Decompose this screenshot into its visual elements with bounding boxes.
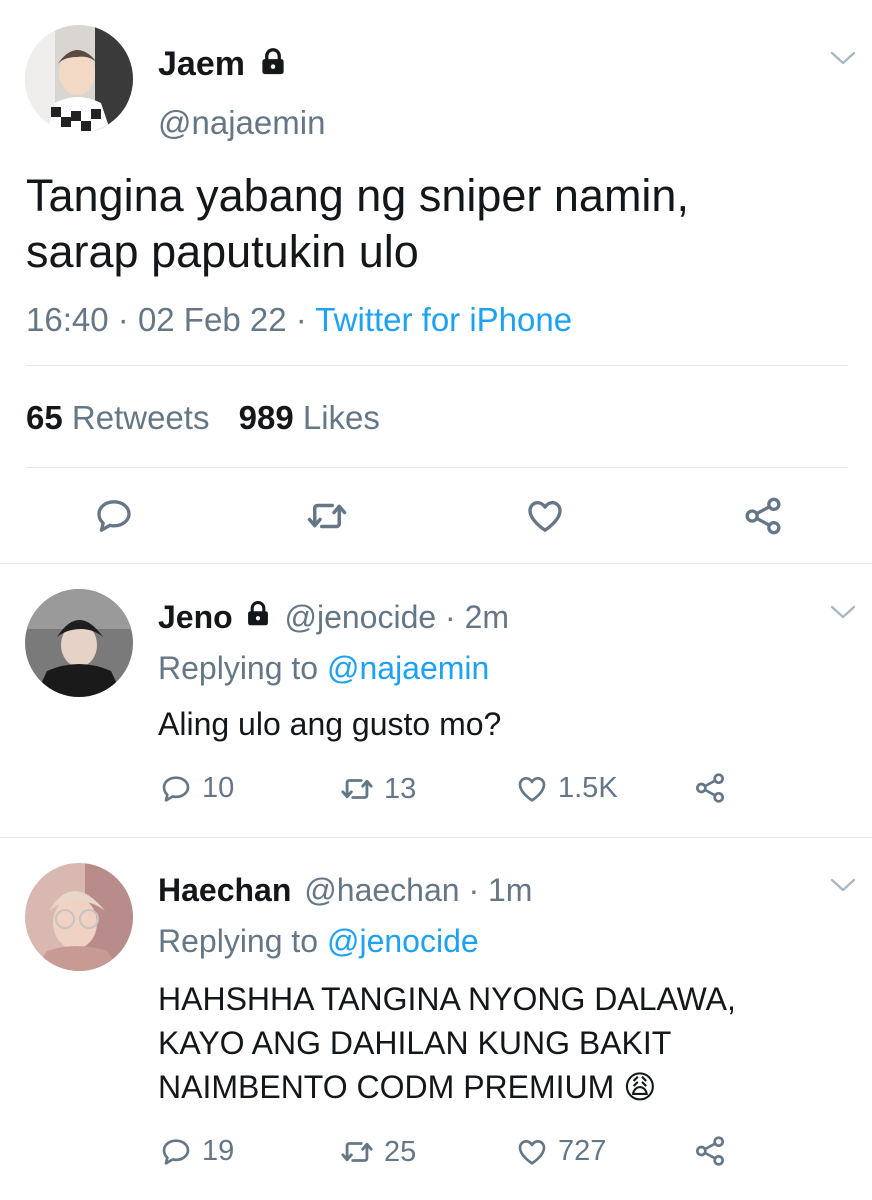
like-action[interactable]: 1.5K	[516, 772, 618, 805]
replying-to-link[interactable]: @najaemin	[327, 650, 489, 686]
reply-text: Aling ulo ang gusto mo?	[158, 706, 502, 742]
separator: ·	[445, 599, 456, 635]
divider	[0, 837, 872, 838]
replying-to: Replying to @najaemin	[158, 649, 489, 687]
chevron-down-icon[interactable]	[830, 877, 856, 893]
retweet-count: 13	[384, 772, 417, 805]
display-name[interactable]: Haechan	[158, 872, 291, 908]
reply-header: Jeno @jenocide · 2m	[158, 598, 509, 636]
retweet-action[interactable]: 25	[340, 1135, 416, 1169]
share-action[interactable]	[694, 772, 726, 804]
handle[interactable]: @jenocide	[284, 599, 436, 635]
reply-action[interactable]: 19	[160, 1135, 234, 1168]
tweet-text-line: sarap paputukin ulo	[26, 226, 419, 277]
like-action[interactable]: 727	[516, 1135, 606, 1168]
likes-stat[interactable]: 989 Likes	[239, 399, 380, 436]
retweet-icon	[340, 1135, 374, 1169]
replying-to: Replying to @jenocide	[158, 922, 479, 960]
replying-label: Replying to	[158, 650, 319, 686]
replying-to-link[interactable]: @jenocide	[327, 923, 479, 959]
share-icon	[694, 772, 726, 804]
weary-face-emoji: 😩	[623, 1069, 657, 1105]
divider	[0, 563, 872, 564]
tweet-text-line: Tangina yabang ng sniper namin,	[26, 170, 689, 221]
like-count: 1.5K	[558, 772, 618, 804]
retweets-stat[interactable]: 65 Retweets	[26, 399, 219, 436]
lock-icon	[244, 599, 272, 627]
reply-text-line: NAIMBENTO CODM PREMIUM 😩	[158, 1065, 736, 1109]
separator: ·	[295, 301, 307, 338]
reply-text: HAHSHHA TANGINA NYONG DALAWA, KAYO ANG D…	[158, 977, 736, 1109]
reply-text-line: HAHSHHA TANGINA NYONG DALAWA,	[158, 981, 736, 1017]
share-icon[interactable]	[743, 496, 783, 536]
reply-text-line: KAYO ANG DAHILAN KUNG BAKIT	[158, 1025, 672, 1061]
retweet-icon[interactable]	[306, 495, 348, 537]
divider	[26, 365, 848, 366]
retweet-action[interactable]: 13	[340, 772, 416, 806]
retweet-count: 25	[384, 1135, 417, 1168]
reply-count: 10	[202, 772, 235, 804]
display-name[interactable]: Jaem	[158, 45, 245, 83]
tweet-text: Tangina yabang ng sniper namin, sarap pa…	[26, 168, 689, 280]
like-icon	[516, 773, 548, 805]
reply-text-segment: NAIMBENTO CODM PREMIUM	[158, 1069, 615, 1105]
reply-icon[interactable]	[94, 496, 134, 536]
likes-label: Likes	[302, 399, 380, 436]
tweet-time[interactable]: 16:40	[26, 301, 109, 338]
tweet-meta: 16:40 · 02 Feb 22 · Twitter for iPhone	[26, 300, 572, 340]
handle[interactable]: @najaemin	[158, 104, 325, 142]
replying-label: Replying to	[158, 923, 319, 959]
reply-count: 19	[202, 1135, 235, 1167]
share-icon	[694, 1135, 726, 1167]
like-count: 727	[558, 1135, 607, 1167]
avatar[interactable]	[25, 863, 133, 971]
retweets-count: 65	[26, 399, 63, 436]
like-icon	[516, 1136, 548, 1168]
chevron-down-icon[interactable]	[830, 604, 856, 620]
like-icon[interactable]	[525, 496, 565, 536]
reply-icon	[160, 1136, 192, 1168]
author-name-row: Jaem	[158, 44, 288, 84]
tweet-date[interactable]: 02 Feb 22	[138, 301, 287, 338]
separator: ·	[117, 301, 129, 338]
retweet-icon	[340, 772, 374, 806]
chevron-down-icon[interactable]	[830, 50, 856, 66]
reply-icon	[160, 773, 192, 805]
reply-age[interactable]: 1m	[488, 872, 532, 908]
avatar[interactable]	[25, 25, 133, 133]
retweets-label: Retweets	[71, 399, 210, 436]
reply-header: Haechan @haechan · 1m	[158, 871, 532, 909]
tweet-source-link[interactable]: Twitter for iPhone	[315, 301, 572, 338]
avatar[interactable]	[25, 589, 133, 697]
reply-age[interactable]: 2m	[465, 599, 509, 635]
likes-count: 989	[238, 399, 294, 436]
share-action[interactable]	[694, 1135, 726, 1167]
lock-icon	[258, 46, 288, 76]
handle[interactable]: @haechan	[304, 872, 459, 908]
separator: ·	[468, 872, 480, 908]
tweet-stats: 65 Retweets 989 Likes	[26, 398, 380, 438]
divider	[26, 467, 848, 468]
display-name[interactable]: Jeno	[158, 599, 233, 635]
reply-action[interactable]: 10	[160, 772, 234, 805]
